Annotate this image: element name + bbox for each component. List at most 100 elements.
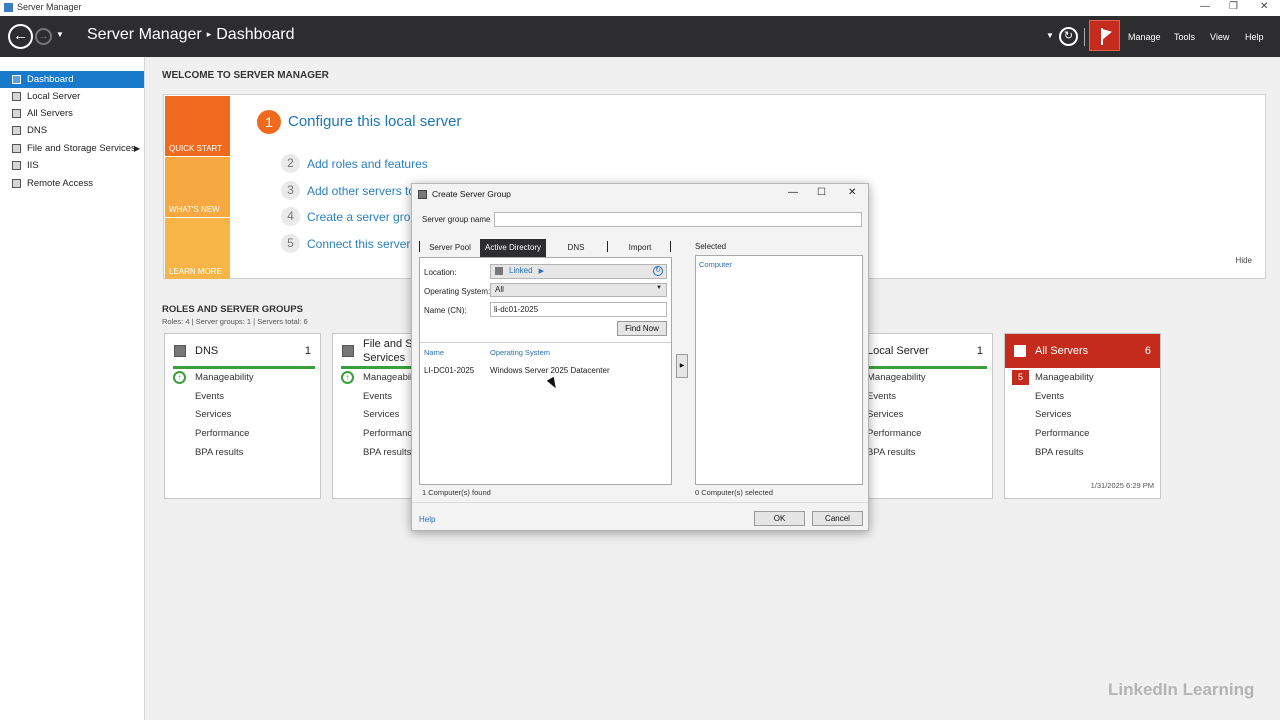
column-header-name[interactable]: Name — [424, 348, 444, 357]
storage-icon — [342, 345, 354, 357]
card-row-bpa[interactable]: BPA results — [195, 447, 243, 458]
card-row-bpa[interactable]: BPA results — [867, 447, 915, 458]
card-row-performance[interactable]: Performance — [1035, 428, 1089, 439]
card-row-services[interactable]: Services — [1035, 409, 1071, 420]
help-link[interactable]: Help — [419, 515, 435, 524]
servers-icon — [12, 109, 21, 118]
result-name[interactable]: LI-DC01-2025 — [424, 366, 474, 375]
close-icon[interactable]: ✕ — [1260, 1, 1268, 12]
step-connect-link[interactable]: Connect this server t — [307, 237, 417, 251]
refresh-icon[interactable]: ↻ — [653, 266, 663, 276]
card-row-services[interactable]: Services — [363, 409, 399, 420]
selected-column-header[interactable]: Computer — [699, 260, 732, 269]
refresh-icon[interactable]: ↻ — [1059, 27, 1078, 46]
card-row-manageability[interactable]: Manageability — [195, 372, 254, 383]
iis-icon — [12, 161, 21, 170]
chevron-right-icon[interactable]: ▶ — [134, 140, 140, 157]
notifications-flag-icon[interactable] — [1089, 20, 1120, 51]
page-title: WELCOME TO SERVER MANAGER — [162, 70, 329, 81]
step-configure-link[interactable]: Configure this local server — [288, 113, 461, 130]
hide-link[interactable]: Hide — [1236, 256, 1252, 265]
footer-divider — [412, 502, 868, 503]
card-row-events[interactable]: Events — [363, 391, 392, 402]
sidebar-item-iis[interactable]: IIS — [0, 157, 144, 174]
breadcrumb-root[interactable]: Server Manager — [87, 26, 202, 43]
forward-arrow-icon[interactable]: → — [35, 28, 52, 45]
card-row-events[interactable]: Events — [867, 391, 896, 402]
close-icon[interactable]: ✕ — [848, 187, 856, 198]
header-divider — [1084, 28, 1085, 46]
tab-dns[interactable]: DNS — [558, 239, 594, 257]
tile-quick-start[interactable]: QUICK START — [165, 96, 230, 156]
card-row-services[interactable]: Services — [195, 409, 231, 420]
results-divider — [420, 342, 671, 343]
column-header-os[interactable]: Operating System — [490, 348, 550, 357]
os-select[interactable]: All ▼ — [490, 283, 667, 297]
ok-button[interactable]: OK — [754, 511, 805, 526]
menu-view[interactable]: View — [1210, 32, 1229, 42]
name-cn-input[interactable]: li-dc01-2025 — [490, 302, 667, 317]
menu-help[interactable]: Help — [1245, 32, 1264, 42]
tile-learn-more[interactable]: LEARN MORE — [165, 218, 230, 279]
result-os[interactable]: Windows Server 2025 Datacenter — [490, 366, 610, 375]
add-to-selected-button[interactable]: ▶ — [676, 354, 688, 378]
role-card-all-servers[interactable]: All Servers 6 5 Manageability Events Ser… — [1004, 333, 1161, 499]
find-now-button[interactable]: Find Now — [617, 321, 667, 336]
step-add-roles-link[interactable]: Add roles and features — [307, 157, 428, 171]
sidebar-item-label: Dashboard — [27, 74, 74, 85]
card-row-performance[interactable]: Performance — [363, 428, 417, 439]
sidebar-item-local-server[interactable]: Local Server — [0, 88, 144, 105]
sidebar-item-label: File and Storage Services — [27, 143, 136, 154]
dialog-title: Create Server Group — [432, 189, 511, 199]
tab-server-pool[interactable]: Server Pool — [424, 239, 476, 257]
group-name-input[interactable] — [494, 212, 862, 227]
tile-whats-new[interactable]: WHAT'S NEW — [165, 157, 230, 217]
sidebar-item-file-storage[interactable]: File and Storage Services ▶ — [0, 140, 144, 157]
card-row-bpa[interactable]: BPA results — [1035, 447, 1083, 458]
breadcrumb: Server Manager ▸ Dashboard — [87, 26, 295, 44]
card-row-manageability[interactable]: Manageability — [867, 372, 926, 383]
card-count: 6 — [1144, 345, 1151, 357]
sidebar-item-all-servers[interactable]: All Servers — [0, 105, 144, 122]
alert-count-badge: 5 — [1012, 370, 1029, 385]
card-row-performance[interactable]: Performance — [867, 428, 921, 439]
card-row-manageability[interactable]: Manageability — [1035, 372, 1094, 383]
step-add-servers-link[interactable]: Add other servers to — [307, 184, 415, 198]
card-row-services[interactable]: Services — [867, 409, 903, 420]
location-label: Location: — [424, 268, 457, 277]
create-server-group-dialog: Create Server Group — ☐ ✕ Server group n… — [411, 183, 869, 531]
cancel-button[interactable]: Cancel — [812, 511, 863, 526]
sidebar: Dashboard Local Server All Servers DNS F… — [0, 57, 145, 720]
sidebar-item-label: All Servers — [27, 108, 73, 119]
location-field[interactable]: Linked ▶ ↻ — [490, 264, 667, 279]
selected-panel — [695, 255, 863, 485]
card-timestamp: 1/31/2025 6:29 PM — [1090, 481, 1154, 490]
status-bar — [173, 366, 315, 369]
tab-import[interactable]: Import — [620, 239, 660, 257]
header-dropdown-icon[interactable]: ▼ — [1046, 31, 1054, 40]
step-create-group-link[interactable]: Create a server grou — [307, 210, 417, 224]
sidebar-item-dns[interactable]: DNS — [0, 122, 144, 139]
maximize-icon[interactable]: ❐ — [1229, 1, 1238, 12]
grid-icon — [12, 75, 21, 84]
menu-tools[interactable]: Tools — [1174, 32, 1195, 42]
chevron-right-icon: ▶ — [538, 268, 544, 275]
card-row-events[interactable]: Events — [195, 391, 224, 402]
role-card-dns[interactable]: DNS 1 ↑ Manageability Events Services Pe… — [164, 333, 321, 499]
maximize-icon[interactable]: ☐ — [817, 187, 826, 198]
server-group-icon — [418, 190, 427, 199]
back-arrow-icon[interactable]: ← — [8, 24, 33, 49]
card-row-manageability[interactable]: Manageabili — [363, 372, 414, 383]
dns-icon — [12, 126, 21, 135]
sidebar-item-dashboard[interactable]: Dashboard — [0, 71, 144, 88]
menu-manage[interactable]: Manage — [1128, 32, 1161, 42]
minimize-icon[interactable]: — — [1200, 1, 1210, 12]
sidebar-item-remote-access[interactable]: Remote Access — [0, 175, 144, 192]
minimize-icon[interactable]: — — [788, 187, 798, 198]
sidebar-item-label: DNS — [27, 125, 48, 136]
history-dropdown-icon[interactable]: ▼ — [56, 30, 64, 39]
card-row-bpa[interactable]: BPA results — [363, 447, 411, 458]
card-row-events[interactable]: Events — [1035, 391, 1064, 402]
tab-active-directory[interactable]: Active Directory — [480, 239, 546, 257]
card-row-performance[interactable]: Performance — [195, 428, 249, 439]
